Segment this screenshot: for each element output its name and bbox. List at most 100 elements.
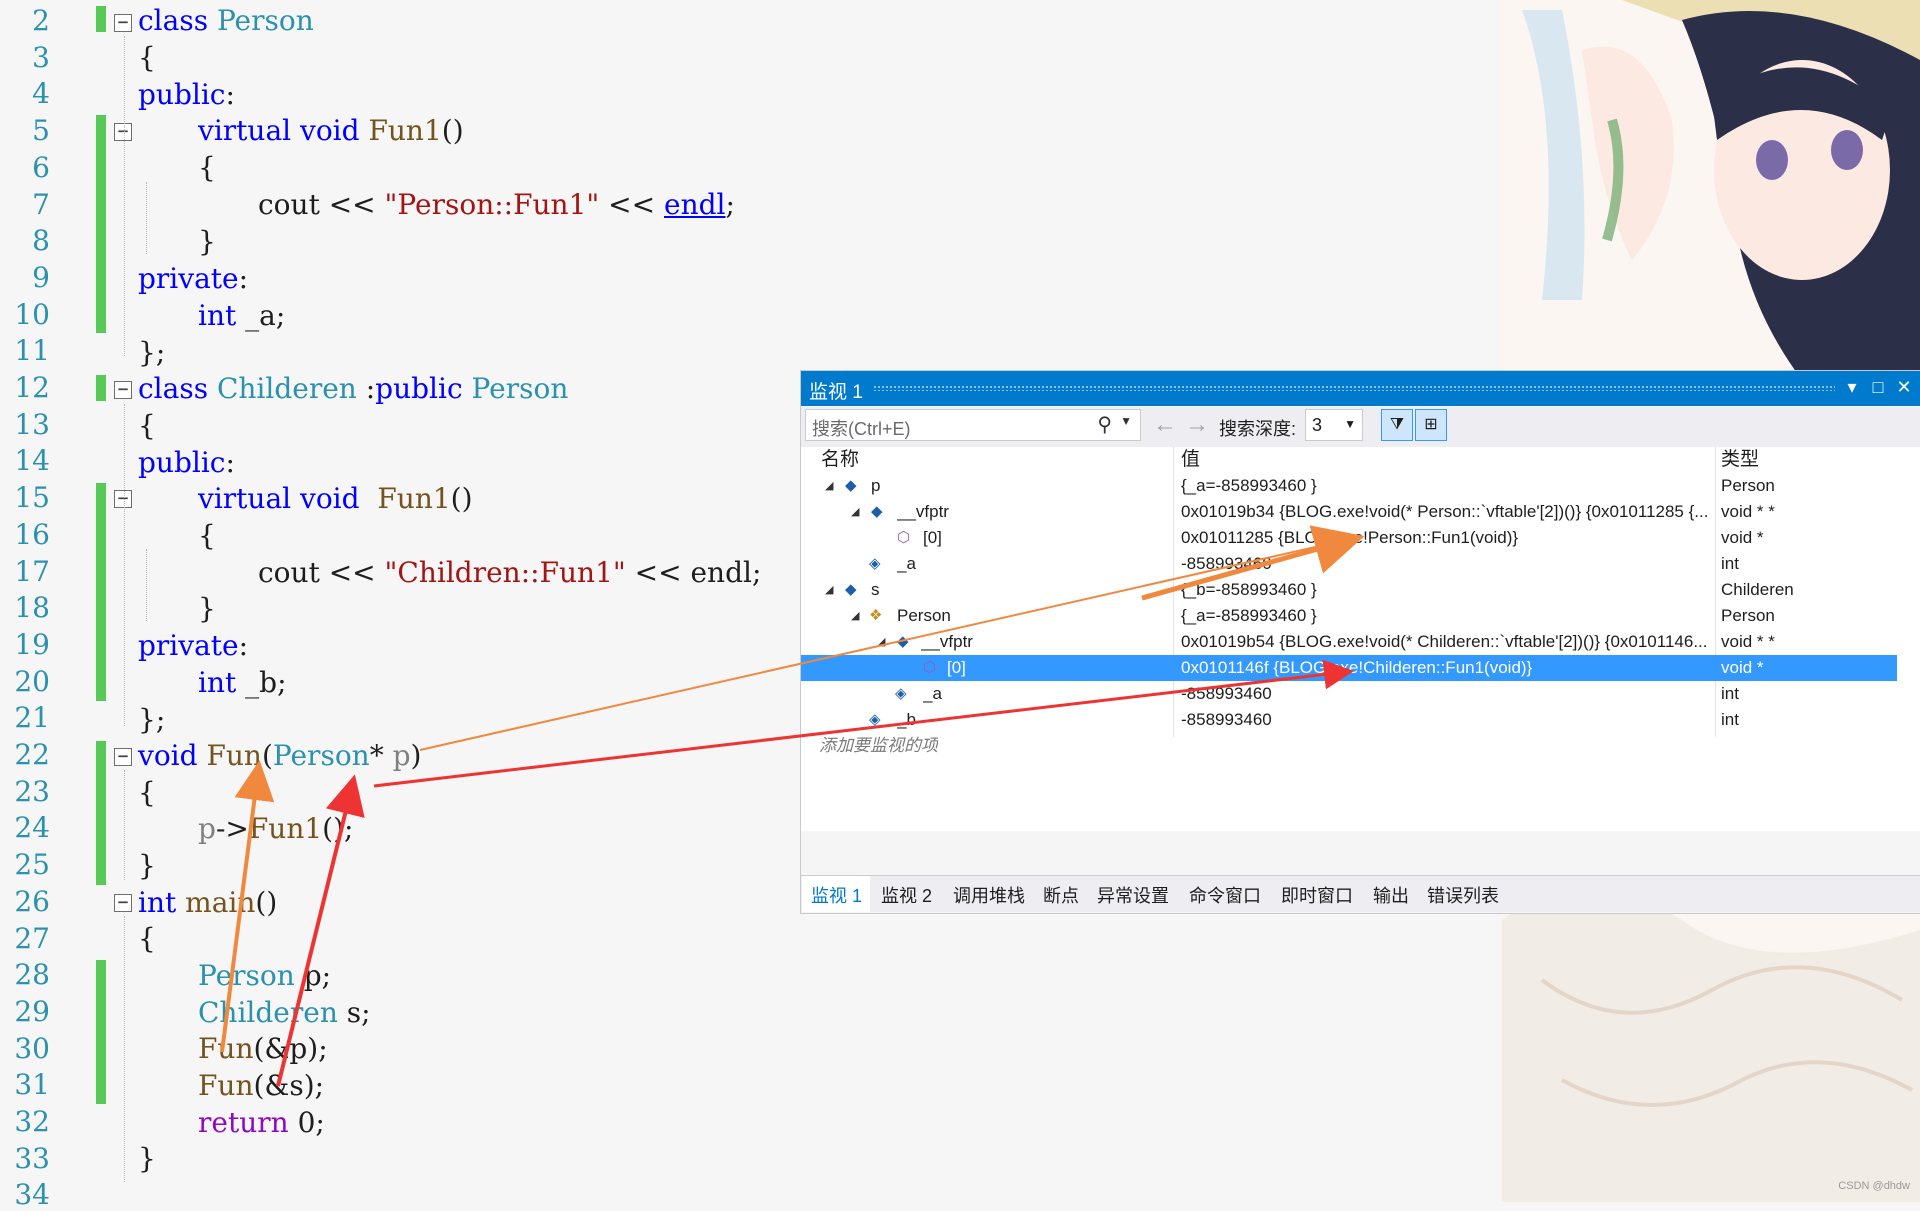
parens: () [450,482,473,515]
search-input[interactable]: 搜索(Ctrl+E) ⚲ ▼ [805,409,1141,441]
code-line[interactable]: public: [138,446,235,479]
code-line[interactable]: class Childeren :public Person [138,372,568,405]
column-header-type[interactable]: 类型 [1721,447,1759,473]
collapse-triangle-icon[interactable]: ◢ [825,473,833,499]
code-line[interactable]: p->Fun1(); [198,812,353,845]
collapse-icon[interactable]: − [114,748,132,766]
arguments: (&s); [253,1069,325,1102]
maximize-icon[interactable]: □ [1867,377,1889,398]
tab-breakpoints[interactable]: 断点 [1043,882,1079,908]
colon: : [225,78,235,111]
tab-watch-2[interactable]: 监视 2 [881,882,932,908]
search-depth-select[interactable]: 3 ▼ [1305,409,1363,441]
watch-row[interactable]: ◢ ◆ __vfptr 0x01019b54 {BLOG.exe!void(* … [801,629,1897,655]
watch-row[interactable]: ◈ _a -858993460 int [801,551,1897,577]
watch-row[interactable]: ◢ ❖ Person {_a=-858993460 } Person [801,603,1897,629]
code-line[interactable]: { [138,776,156,809]
code-line[interactable]: public: [138,78,235,111]
watch-row[interactable]: ◈ _b -858993460 int [801,707,1897,733]
code-line[interactable]: cout << "Children::Fun1" << endl; [258,556,761,589]
collapse-icon[interactable]: − [114,490,132,508]
code-line[interactable]: void Fun(Person* p) [138,739,421,772]
watch-row[interactable]: ◢ ◆ p {_a=-858993460 } Person [801,473,1897,499]
watch-row[interactable]: ◢ ◆ s {_b=-858993460 } Childeren [801,577,1897,603]
code-line[interactable]: { [138,409,156,442]
add-watch-row[interactable]: 添加要监视的项 [801,733,1897,759]
collapse-icon[interactable]: − [114,123,132,141]
tab-error-list[interactable]: 错误列表 [1427,882,1499,908]
tab-call-stack[interactable]: 调用堆栈 [953,882,1025,908]
collapse-icon[interactable]: − [114,894,132,912]
search-depth-value: 3 [1312,415,1323,435]
keyword: int [198,299,237,332]
collapse-triangle-icon[interactable]: ◢ [877,629,885,655]
add-watch-hint[interactable]: 添加要监视的项 [819,733,938,759]
collapse-triangle-icon[interactable]: ◢ [825,577,833,603]
code-line[interactable]: int main() [138,886,277,919]
chevron-down-icon[interactable]: ▼ [1120,414,1132,428]
watch-row-selected[interactable]: ⬡ [0] 0x0101146f {BLOG.exe!Childeren::Fu… [801,655,1897,681]
watch-row[interactable]: ◈ _a -858993460 int [801,681,1897,707]
code-line[interactable]: } [198,225,216,258]
tab-output[interactable]: 输出 [1373,882,1409,908]
tab-immediate-window[interactable]: 即时窗口 [1281,882,1353,908]
code-line[interactable]: { [198,151,216,184]
code-line[interactable]: class Person [138,4,314,37]
collapse-triangle-icon[interactable]: ◢ [851,603,859,629]
object-icon: ◆ [845,477,857,494]
code-line[interactable]: } [138,849,156,882]
chevron-down-icon[interactable]: ▼ [1344,417,1356,431]
change-bar [96,960,106,1104]
watch-window[interactable]: 监视 1 ▾ □ ✕ 搜索(Ctrl+E) ⚲ ▼ ← → 搜索深度: 3 ▼ … [800,370,1920,914]
code-line[interactable]: virtual void Fun1() [198,114,464,147]
code-line[interactable]: }; [138,703,165,736]
code-line[interactable]: int _a; [198,299,285,332]
code-line[interactable]: Childeren s; [198,996,371,1029]
line-number: 19 [14,627,50,661]
code-line[interactable]: Fun(&s); [198,1069,324,1102]
code-line[interactable]: private: [138,262,248,295]
function-name: Fun1 [359,482,451,515]
semicolon: ; [725,188,735,221]
column-header-name[interactable]: 名称 [821,447,859,473]
bottom-tab-strip: 监视 1 监视 2 调用堆栈 断点 异常设置 命令窗口 即时窗口 输出 错误列表 [801,875,1920,912]
code-line[interactable]: int _b; [198,666,287,699]
brace: { [138,922,156,955]
colon: : [238,262,249,295]
code-line[interactable]: Person p; [198,959,331,992]
watch-titlebar[interactable]: 监视 1 ▾ □ ✕ [801,371,1920,406]
code-line[interactable]: } [198,592,216,625]
code-line[interactable]: private: [138,629,248,662]
row-type: int [1721,710,1739,729]
line-number: 31 [14,1068,50,1102]
hex-display-icon[interactable]: ⊞ [1415,409,1447,441]
watch-row[interactable]: ⬡ [0] 0x01011285 {BLOG.exe!Person::Fun1(… [801,525,1897,551]
search-icon[interactable]: ⚲ [1097,412,1112,437]
forward-arrow-icon[interactable]: → [1185,411,1209,439]
tab-watch-1[interactable]: 监视 1 [811,882,862,908]
collapse-triangle-icon[interactable]: ◢ [851,499,859,525]
code-line[interactable]: { [138,41,156,74]
parens: () [255,886,278,919]
code-line[interactable]: return 0; [198,1106,325,1139]
collapse-icon[interactable]: − [114,14,132,32]
column-header-value[interactable]: 值 [1181,447,1200,473]
code-line[interactable]: { [198,519,216,552]
filter-icon[interactable]: ⧩ [1381,409,1413,441]
dropdown-icon[interactable]: ▾ [1841,377,1863,398]
tab-command-window[interactable]: 命令窗口 [1189,882,1261,908]
tab-exception-settings[interactable]: 异常设置 [1097,882,1169,908]
code-line[interactable]: } [138,1142,156,1175]
watch-row[interactable]: ◢ ◆ __vfptr 0x01019b34 {BLOG.exe!void(* … [801,499,1897,525]
row-value: -858993460 [1181,684,1272,703]
close-icon[interactable]: ✕ [1893,377,1915,398]
watch-grid[interactable]: 名称 值 类型 ◢ ◆ p {_a=-858993460 } Person ◢ … [801,447,1920,831]
code-line[interactable]: { [138,922,156,955]
code-line[interactable]: }; [138,336,165,369]
code-line[interactable]: cout << "Person::Fun1" << endl; [258,188,735,221]
endl-link[interactable]: endl [664,188,725,221]
back-arrow-icon[interactable]: ← [1153,411,1177,439]
code-line[interactable]: virtual void Fun1() [198,482,473,515]
code-line[interactable]: Fun(&p); [198,1032,328,1065]
collapse-icon[interactable]: − [114,381,132,399]
